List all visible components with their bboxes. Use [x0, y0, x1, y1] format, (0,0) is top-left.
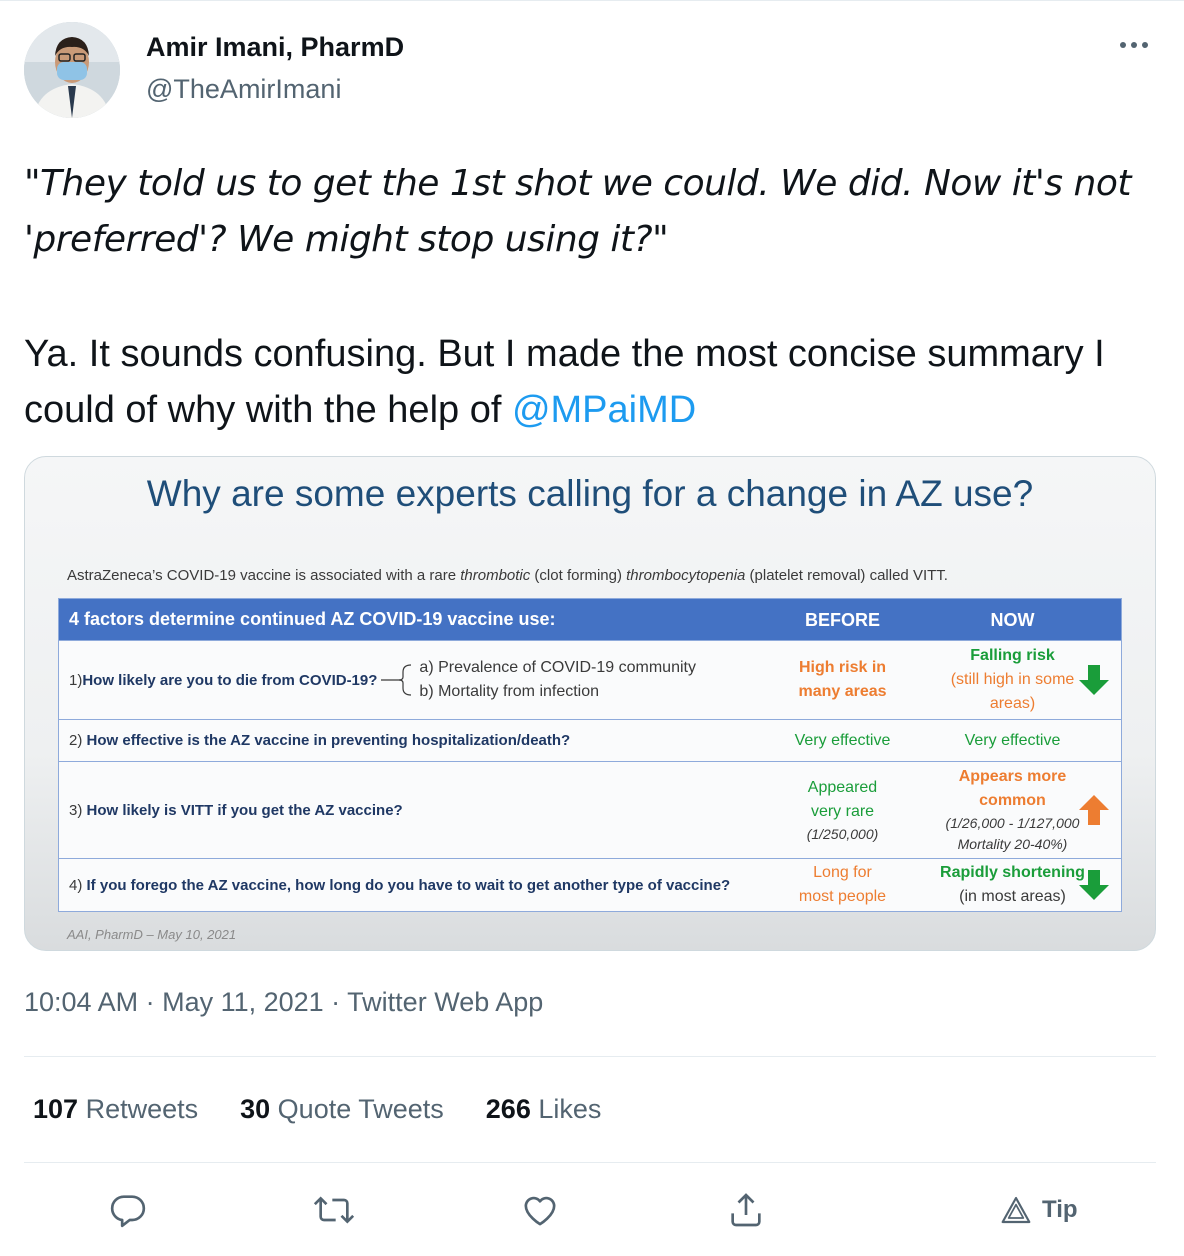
heart-icon [524, 1196, 556, 1226]
avatar[interactable] [24, 22, 120, 118]
brace-icon [381, 664, 412, 696]
tweet-timestamp[interactable]: 10:04 AM · May 11, 2021 · Twitter Web Ap… [24, 987, 543, 1018]
slide-footer: AAI, PharmD – May 10, 2021 [67, 927, 237, 942]
retweet-icon [313, 1196, 355, 1224]
table-header: 4 factors determine continued AZ COVID-1… [59, 599, 1121, 640]
quote-tweets-stat[interactable]: 30 Quote Tweets [240, 1094, 444, 1125]
header-question: 4 factors determine continued AZ COVID-1… [69, 609, 556, 629]
user-handle[interactable]: @TheAmirImani [146, 74, 341, 105]
slide-subtitle: AstraZeneca’s COVID-19 vaccine is associ… [67, 567, 948, 584]
more-options-button[interactable] [1114, 30, 1154, 60]
tip-button[interactable]: Tip [1000, 1190, 1078, 1230]
row-question: How effective is the AZ vaccine in preve… [86, 732, 571, 749]
tip-label: Tip [1042, 1196, 1078, 1223]
top-border [0, 0, 1184, 1]
table-row: 4) If you forego the AZ vaccine, how lon… [59, 858, 1121, 911]
row-now: Falling risk (still high in some areas) [904, 644, 1121, 716]
like-button[interactable] [518, 1188, 562, 1232]
table-row: 1) How likely are you to die from COVID-… [59, 640, 1121, 719]
tweet-stats: 107 Retweets 30 Quote Tweets 266 Likes [33, 1094, 643, 1125]
row-question: How likely are you to die from COVID-19? [82, 671, 378, 689]
row-option-a: a) Prevalence of COVID-19 community [419, 659, 696, 676]
tweet-quote-line-1: "They told us to get the 1st shot we cou… [24, 163, 1131, 204]
table-row: 3) How likely is VITT if you get the AZ … [59, 761, 1121, 858]
row-now: Appears more common (1/26,000 - 1/127,00… [904, 765, 1121, 855]
row-before: Very effective [794, 731, 891, 749]
down-arrow-icon [1079, 665, 1109, 695]
row-before: High risk in many areas [798, 659, 887, 700]
divider [24, 1056, 1156, 1057]
tip-icon [1001, 1196, 1031, 1224]
row-question: How likely is VITT if you get the AZ vac… [86, 801, 403, 819]
row-option-b: b) Mortality from infection [419, 683, 600, 700]
row-now: Very effective [964, 731, 1061, 749]
more-dots-icon [1120, 42, 1126, 48]
table-row: 2) How effective is the AZ vaccine in pr… [59, 719, 1121, 761]
retweet-button[interactable] [312, 1188, 356, 1232]
share-icon [731, 1193, 761, 1227]
factors-table: 4 factors determine continued AZ COVID-1… [58, 598, 1122, 912]
retweets-stat[interactable]: 107 Retweets [33, 1094, 198, 1125]
row-question: If you forego the AZ vaccine, how long d… [86, 876, 731, 894]
mention-link[interactable]: @MPaiMD [512, 389, 696, 431]
slide-title: Why are some experts calling for a chang… [146, 473, 1034, 514]
down-arrow-icon [1079, 870, 1109, 900]
reply-icon [110, 1195, 146, 1228]
tweet-text: "They told us to get the 1st shot we cou… [24, 156, 1164, 438]
tweet-quote-line-2: 'preferred'? We might stop using it?" [24, 219, 669, 260]
reply-button[interactable] [106, 1188, 150, 1232]
divider [24, 1162, 1156, 1163]
header-before: BEFORE [804, 609, 880, 630]
header-now: NOW [990, 609, 1035, 630]
likes-stat[interactable]: 266 Likes [486, 1094, 602, 1125]
row-before: Appeared very rare (1/250,000) [806, 778, 879, 842]
up-arrow-icon [1079, 795, 1109, 825]
tweet-media-image[interactable]: Why are some experts calling for a chang… [24, 456, 1156, 951]
tweet-body: Ya. It sounds confusing. But I made the … [24, 326, 1164, 438]
share-button[interactable] [724, 1188, 768, 1232]
row-now: Rapidly shortening (in most areas) [904, 861, 1121, 909]
display-name[interactable]: Amir Imani, PharmD [146, 32, 404, 63]
row-before: Long for most people [798, 864, 887, 905]
